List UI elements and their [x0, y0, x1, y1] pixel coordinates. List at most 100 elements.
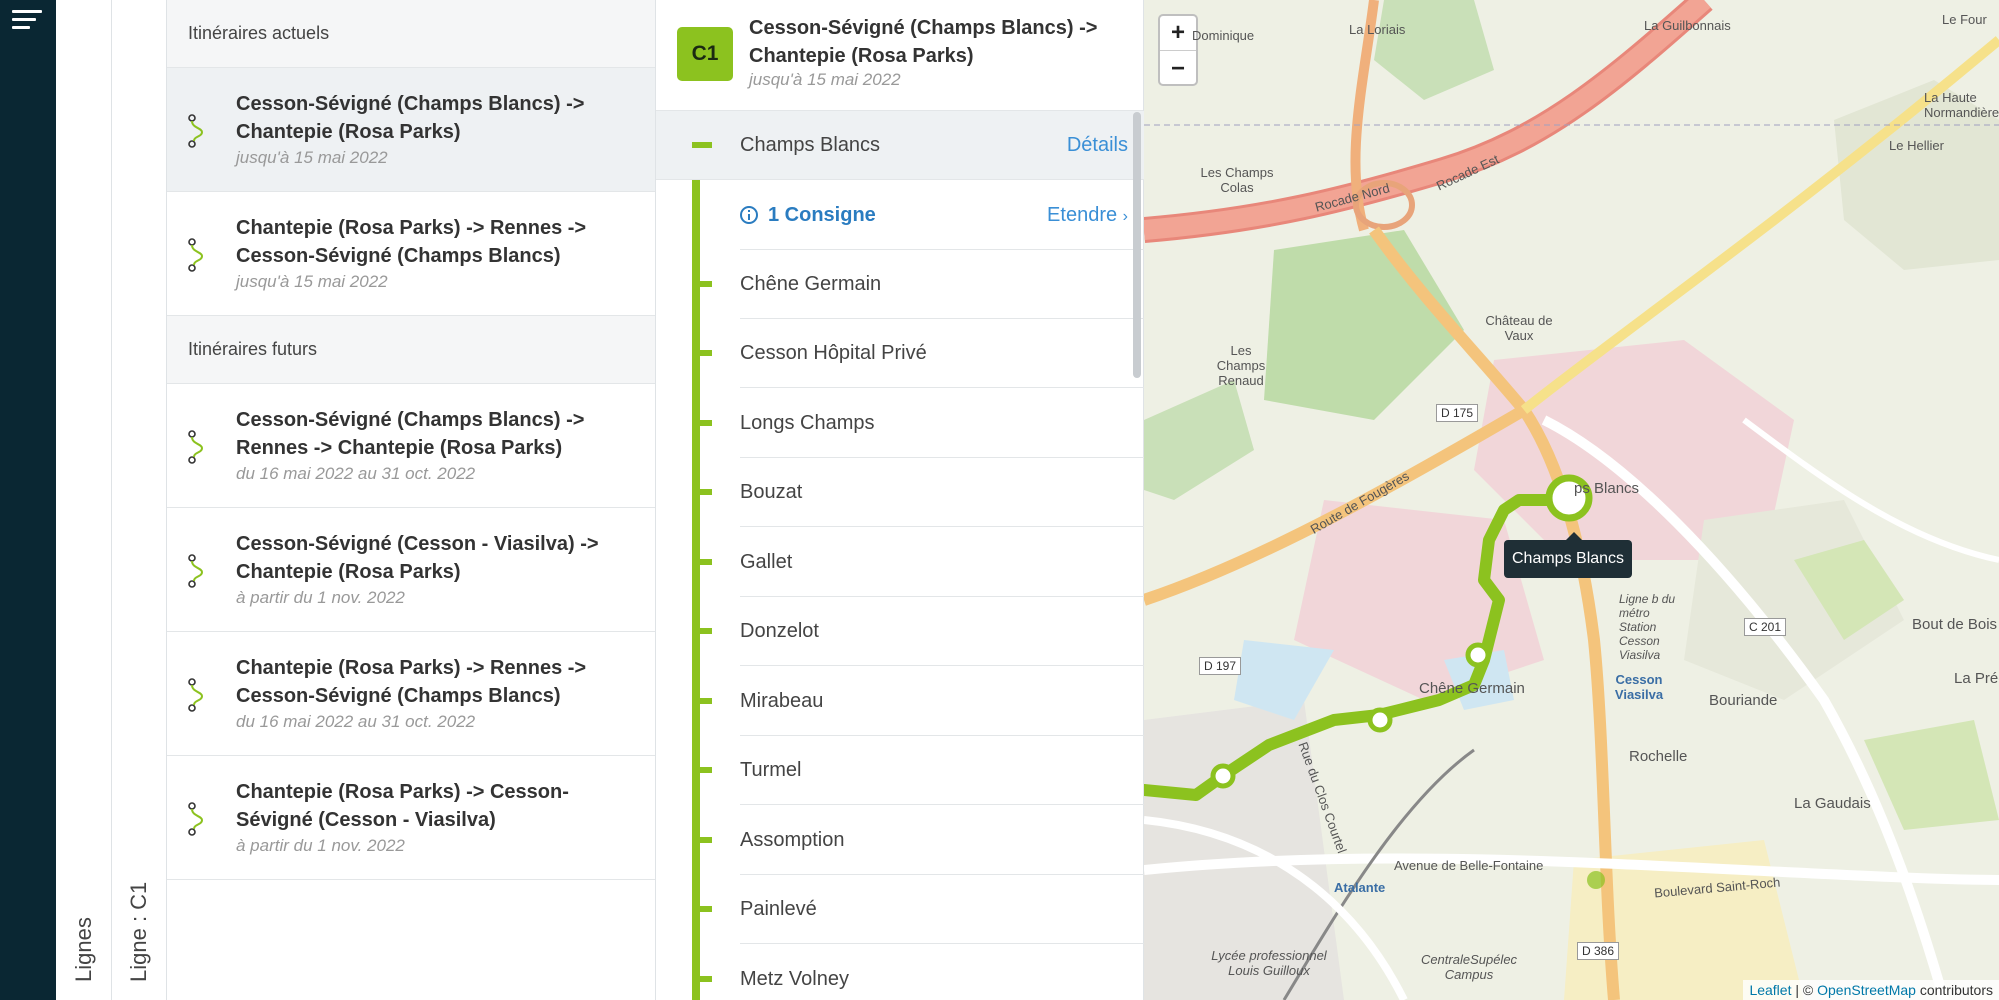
itinerary-dates: du 16 mai 2022 au 31 oct. 2022	[236, 464, 476, 483]
map-label: Le Four	[1942, 12, 1987, 27]
stop-row[interactable]: Donzelot	[740, 597, 1144, 666]
zoom-in-button[interactable]: +	[1160, 16, 1196, 51]
road-label: D 386	[1577, 942, 1620, 960]
stop-name: Bouzat	[740, 480, 803, 503]
future-itineraries-header: Itinéraires futurs	[167, 316, 655, 384]
osm-link[interactable]: OpenStreetMap	[1817, 982, 1916, 998]
stop-tick	[692, 281, 712, 287]
leaflet-link[interactable]: Leaflet	[1749, 982, 1791, 998]
map-label: La Prée	[1954, 670, 1999, 687]
stop-row[interactable]: Painlevé	[740, 875, 1144, 944]
map-label: Les Champs Renaud	[1216, 343, 1266, 388]
route-icon	[188, 238, 204, 272]
zoom-control: + −	[1158, 14, 1198, 86]
itinerary-item[interactable]: Cesson-Sévigné (Champs Blancs) -> Rennes…	[167, 384, 655, 508]
map-label: La Loriais	[1349, 22, 1406, 37]
map-label: Avenue de Belle-Fontaine	[1394, 858, 1544, 873]
itinerary-dates: à partir du 1 nov. 2022	[236, 836, 405, 855]
stop-tick	[692, 976, 712, 982]
stop-name: Mirabeau	[740, 689, 824, 712]
stop-row[interactable]: Cesson Hôpital Privé	[740, 319, 1144, 388]
lines-panel-collapsed[interactable]: Lignes	[56, 0, 112, 1000]
stop-row[interactable]: Metz Volney	[740, 945, 1144, 1000]
stop-row[interactable]: Longs Champs	[740, 389, 1144, 458]
stops-scrollbar[interactable]	[1133, 112, 1141, 378]
stop-tick	[692, 628, 712, 634]
itinerary-item[interactable]: Cesson-Sévigné (Cesson - Viasilva) -> Ch…	[167, 508, 655, 632]
map-label: Chêne Germain	[1419, 680, 1525, 697]
map-label: Le Hellier	[1889, 138, 1944, 153]
consigne-row[interactable]: 1 Consigne Etendre ›	[740, 181, 1144, 250]
stop-row[interactable]: Bouzat	[740, 458, 1144, 527]
map-label: La Haute Normandière	[1924, 90, 1999, 120]
map-label: Bout de Bois	[1912, 616, 1998, 633]
stop-tick	[692, 837, 712, 843]
details-link[interactable]: Détails	[1067, 134, 1128, 157]
stop-tick	[692, 698, 712, 704]
map-label: Bouriande	[1709, 692, 1778, 709]
map-view[interactable]: + − Dominique La Loriais La Guilbonnais …	[1144, 0, 1999, 1000]
current-itineraries-header: Itinéraires actuels	[167, 0, 655, 68]
itinerary-item[interactable]: Cesson-Sévigné (Champs Blancs) -> Chante…	[167, 68, 655, 192]
map-label: Lycée professionnel Louis Guilloux	[1211, 948, 1327, 978]
line-panel-collapsed[interactable]: Ligne : C1	[112, 0, 167, 1000]
map-label: Cesson Viasilva	[1614, 672, 1664, 702]
stop-row[interactable]: Turmel	[740, 736, 1144, 805]
expand-link[interactable]: Etendre ›	[1047, 204, 1128, 227]
attribution-suffix: contributors	[1915, 982, 1993, 998]
stop-name: Assomption	[740, 828, 845, 851]
route-dates: jusqu'à 15 mai 2022	[749, 70, 901, 89]
itinerary-title: Chantepie (Rosa Parks) -> Rennes -> Cess…	[236, 217, 587, 267]
stop-name: Gallet	[740, 550, 793, 573]
stop-tick	[692, 906, 712, 912]
line-panel-label: Ligne : C1	[126, 881, 151, 982]
zoom-out-button[interactable]: −	[1160, 51, 1196, 86]
stop-row[interactable]: Assomption	[740, 806, 1144, 875]
itinerary-dates: jusqu'à 15 mai 2022	[236, 148, 388, 167]
itinerary-title: Cesson-Sévigné (Champs Blancs) -> Chante…	[236, 93, 585, 143]
stop-tick	[692, 350, 712, 356]
map-label: ps Blancs	[1574, 480, 1640, 497]
itinerary-title: Chantepie (Rosa Parks) -> Rennes -> Cess…	[236, 657, 587, 707]
map-label: CentraleSupélec Campus	[1420, 952, 1518, 982]
itinerary-dates: du 16 mai 2022 au 31 oct. 2022	[236, 712, 476, 731]
stop-tick	[692, 420, 712, 426]
itinerary-dates: jusqu'à 15 mai 2022	[236, 272, 388, 291]
consigne-label: 1 Consigne	[768, 203, 876, 226]
stop-name: Metz Volney	[740, 967, 849, 990]
map-label: La Guilbonnais	[1644, 18, 1731, 33]
app-rail	[0, 0, 56, 1000]
menu-icon[interactable]	[12, 8, 44, 36]
route-detail-panel: C1 Cesson-Sévigné (Champs Blancs) -> Cha…	[656, 0, 1144, 1000]
route-icon	[188, 114, 204, 148]
map-label: La Gaudais	[1794, 795, 1871, 812]
stop-name: Cesson Hôpital Privé	[740, 341, 927, 364]
map-label: Dominique	[1192, 28, 1255, 43]
route-icon	[188, 430, 204, 464]
itinerary-item[interactable]: Chantepie (Rosa Parks) -> Rennes -> Cess…	[167, 192, 655, 316]
chevron-right-icon: ›	[1122, 207, 1128, 225]
stop-name: Donzelot	[740, 619, 819, 642]
itineraries-panel: Itinéraires actuels Cesson-Sévigné (Cham…	[167, 0, 656, 1000]
itinerary-item[interactable]: Chantepie (Rosa Parks) -> Cesson-Sévigné…	[167, 756, 655, 880]
stop-name: Champs Blancs	[740, 133, 881, 156]
map-label: Rochelle	[1629, 748, 1688, 765]
stop-row[interactable]: Gallet	[740, 528, 1144, 597]
stop-tick	[692, 489, 712, 495]
map-label: Château de Vaux	[1485, 313, 1553, 343]
stop-row[interactable]: Chêne Germain	[740, 250, 1144, 319]
line-badge: C1	[677, 27, 733, 81]
itinerary-title: Chantepie (Rosa Parks) -> Cesson-Sévigné…	[236, 781, 569, 831]
stop-name: Painlevé	[740, 897, 817, 920]
road-label: D 175	[1436, 404, 1479, 422]
route-line	[692, 143, 700, 1000]
route-title: Cesson-Sévigné (Champs Blancs) -> Chante…	[749, 17, 1098, 67]
itinerary-title: Cesson-Sévigné (Cesson - Viasilva) -> Ch…	[236, 533, 599, 583]
info-icon	[740, 206, 758, 224]
stop-name: Turmel	[740, 758, 802, 781]
route-header: C1 Cesson-Sévigné (Champs Blancs) -> Cha…	[656, 0, 1143, 111]
stop-row-first[interactable]: Champs Blancs Détails	[656, 111, 1144, 180]
stop-row[interactable]: Mirabeau	[740, 667, 1144, 736]
itinerary-item[interactable]: Chantepie (Rosa Parks) -> Rennes -> Cess…	[167, 632, 655, 756]
route-icon	[188, 678, 204, 712]
